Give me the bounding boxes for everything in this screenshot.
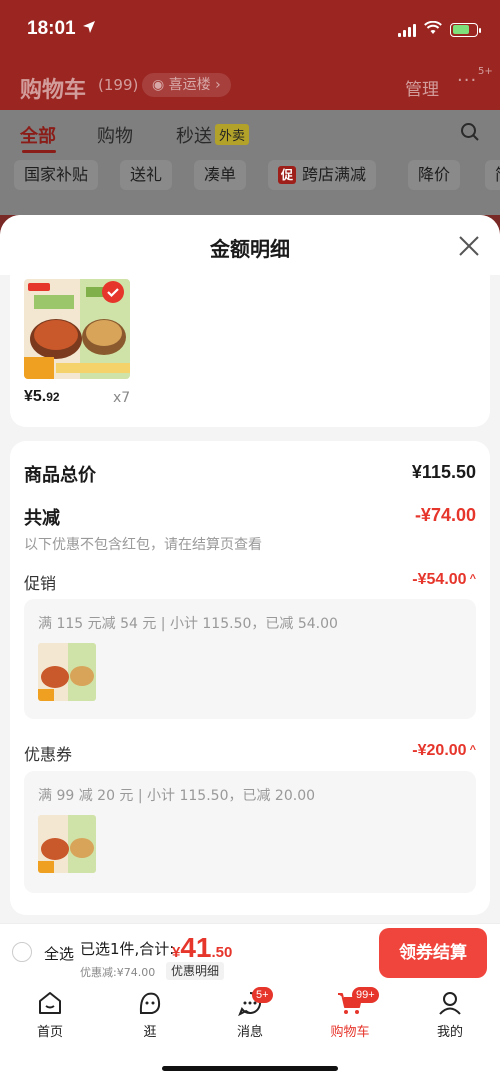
chip-make-up-order[interactable]: 凑单 bbox=[194, 160, 247, 190]
battery-icon bbox=[450, 22, 481, 37]
tabbar-explore-label: 逛 bbox=[143, 1025, 157, 1040]
coupon-product-thumbnail bbox=[38, 815, 96, 873]
goods-price: ¥5.92 bbox=[24, 388, 60, 406]
goods-total-label: 商品总价 bbox=[24, 465, 96, 486]
location-pin-icon: ◉ bbox=[152, 77, 165, 93]
tabbar-explore[interactable]: 逛 bbox=[120, 989, 180, 1040]
tabbar-profile[interactable]: 我的 bbox=[420, 989, 480, 1040]
promotion-detail-text: 满 115 元减 54 元 | 小计 115.50，已减 54.00 bbox=[38, 616, 338, 632]
search-icon[interactable] bbox=[460, 122, 480, 142]
reduce-label: 共减 bbox=[24, 508, 60, 529]
explore-icon bbox=[139, 992, 161, 1014]
promotion-label: 促销 bbox=[24, 574, 57, 593]
messages-badge: 5+ bbox=[252, 987, 273, 1003]
promotion-detail-box: 满 115 元减 54 元 | 小计 115.50，已减 54.00 bbox=[24, 599, 476, 719]
profile-icon bbox=[439, 992, 461, 1015]
goods-quantity: x7 bbox=[113, 390, 131, 406]
coupon-detail-box: 满 99 减 20 元 | 小计 115.50，已减 20.00 bbox=[24, 771, 476, 893]
address-chip[interactable]: ◉ 喜运楼 › bbox=[142, 73, 231, 97]
chip-gift[interactable]: 送礼 bbox=[120, 160, 173, 190]
cart-header: 购物车 (199) ◉ 喜运楼 › 管理 ··· 5+ bbox=[0, 60, 500, 110]
location-arrow-icon bbox=[82, 20, 96, 38]
total-price-integer: 41 bbox=[180, 932, 212, 963]
address-text: 喜运楼 bbox=[168, 77, 211, 93]
checkout-button[interactable]: 领券结算 bbox=[379, 928, 487, 978]
amount-detail-sheet: 金额明细 ¥5.92 x7 商品总价 ¥115.50 共减 -¥74.00 以下… bbox=[0, 215, 500, 923]
chip-national-subsidy[interactable]: 国家补贴 bbox=[14, 160, 99, 190]
more-icon[interactable]: ··· bbox=[457, 70, 477, 91]
chip-cross-store[interactable]: 促跨店满减 bbox=[268, 160, 377, 190]
select-all-radio[interactable] bbox=[12, 942, 32, 962]
coupon-detail-text: 满 99 减 20 元 | 小计 115.50，已减 20.00 bbox=[38, 788, 316, 804]
more-badge: 5+ bbox=[478, 66, 493, 77]
tab-instant-label: 秒送 bbox=[176, 126, 212, 147]
tab-instant[interactable]: 秒送 外卖 bbox=[176, 122, 250, 148]
promotion-product-thumbnail bbox=[38, 643, 96, 701]
tab-all[interactable]: 全部 bbox=[20, 122, 56, 148]
cart-count: (199) bbox=[98, 76, 139, 94]
select-all-label[interactable]: 全选 bbox=[44, 943, 74, 964]
status-bar: 18:01 bbox=[0, 0, 500, 60]
total-price: ¥41.50 bbox=[172, 932, 232, 964]
tabbar-home[interactable]: 首页 bbox=[20, 989, 80, 1040]
tab-underline bbox=[22, 150, 56, 153]
chevron-right-icon: › bbox=[215, 77, 221, 93]
home-icon bbox=[39, 992, 61, 1014]
cellular-signal-icon bbox=[398, 23, 416, 37]
tabbar-profile-label: 我的 bbox=[436, 1025, 463, 1040]
coupon-toggle[interactable]: -¥20.00 ^ bbox=[412, 742, 476, 760]
checkout-bar: 全选 已选1件,合计: ¥41.50 优惠减:¥74.00 优惠明细 领券结算 bbox=[0, 923, 500, 983]
selected-check-icon bbox=[102, 281, 124, 303]
sheet-title: 金额明细 bbox=[210, 237, 290, 261]
goods-card: ¥5.92 x7 bbox=[10, 275, 490, 427]
goods-total-value: ¥115.50 bbox=[411, 462, 476, 482]
chip-price-drop[interactable]: 降价 bbox=[408, 160, 461, 190]
takeout-tag: 外卖 bbox=[215, 124, 250, 145]
cart-tabs-area: 全部 购物 秒送外卖 国家补贴 送礼 凑单 促跨店满减 降价 简 bbox=[0, 110, 500, 215]
close-icon[interactable] bbox=[458, 235, 480, 257]
home-indicator bbox=[162, 1066, 338, 1071]
coupon-value: -¥20.00 bbox=[412, 742, 467, 759]
discount-note: 以下优惠不包含红包，请在结算页查看 bbox=[24, 537, 262, 553]
tabbar-cart-label: 购物车 bbox=[330, 1025, 370, 1040]
reduce-value: -¥74.00 bbox=[414, 505, 476, 525]
tabbar-cart[interactable]: 99+ 购物车 bbox=[320, 987, 380, 1040]
chip-cross-store-label: 跨店满减 bbox=[302, 165, 367, 184]
status-icons bbox=[398, 20, 481, 39]
cart-badge: 99+ bbox=[352, 987, 379, 1003]
promo-mark-icon: 促 bbox=[278, 166, 297, 184]
coupon-label: 优惠券 bbox=[24, 745, 73, 764]
goods-price-decimal: 92 bbox=[46, 390, 60, 404]
price-summary-card: 商品总价 ¥115.50 共减 -¥74.00 以下优惠不包含红包，请在结算页查… bbox=[10, 441, 490, 915]
goods-price-main: ¥5. bbox=[24, 388, 47, 405]
discount-text: 优惠减:¥74.00 bbox=[80, 966, 156, 979]
promotion-value: -¥54.00 bbox=[412, 571, 467, 588]
discount-detail-button[interactable]: 优惠明细 bbox=[166, 962, 225, 980]
chip-partial[interactable]: 简 bbox=[485, 160, 500, 190]
tab-shopping[interactable]: 购物 bbox=[97, 122, 133, 148]
tabbar-messages-label: 消息 bbox=[236, 1025, 263, 1040]
chevron-up-icon: ^ bbox=[469, 744, 476, 756]
sheet-header: 金额明细 bbox=[0, 215, 500, 275]
status-time: 18:01 bbox=[27, 18, 76, 39]
wifi-icon bbox=[424, 20, 442, 39]
total-price-decimal: .50 bbox=[211, 944, 233, 961]
selected-count-text: 已选1件,合计: bbox=[80, 940, 175, 958]
chevron-up-icon: ^ bbox=[469, 573, 476, 585]
tabbar-messages[interactable]: 5+ 消息 bbox=[220, 987, 280, 1040]
promotion-toggle[interactable]: -¥54.00 ^ bbox=[412, 571, 476, 589]
tabbar-home-label: 首页 bbox=[36, 1025, 63, 1040]
manage-button[interactable]: 管理 bbox=[405, 75, 439, 100]
cart-title: 购物车 bbox=[20, 78, 87, 103]
